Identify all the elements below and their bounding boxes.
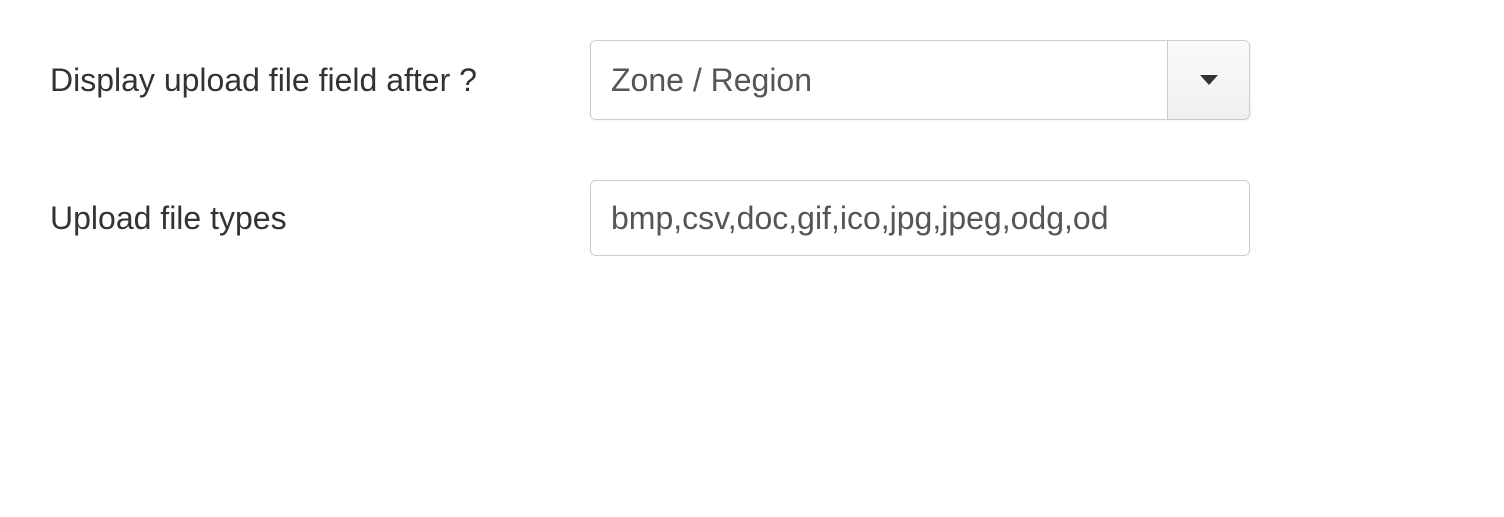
display-after-selected-value[interactable]: Zone / Region (591, 41, 1167, 119)
display-after-select[interactable]: Zone / Region (590, 40, 1250, 120)
display-after-dropdown-button[interactable] (1167, 41, 1249, 119)
caret-down-icon (1200, 75, 1218, 85)
file-types-label: Upload file types (50, 200, 590, 237)
display-after-label: Display upload file field after ? (50, 62, 590, 99)
file-types-row: Upload file types (50, 180, 1454, 256)
file-types-input[interactable] (590, 180, 1250, 256)
display-after-row: Display upload file field after ? Zone /… (50, 40, 1454, 120)
